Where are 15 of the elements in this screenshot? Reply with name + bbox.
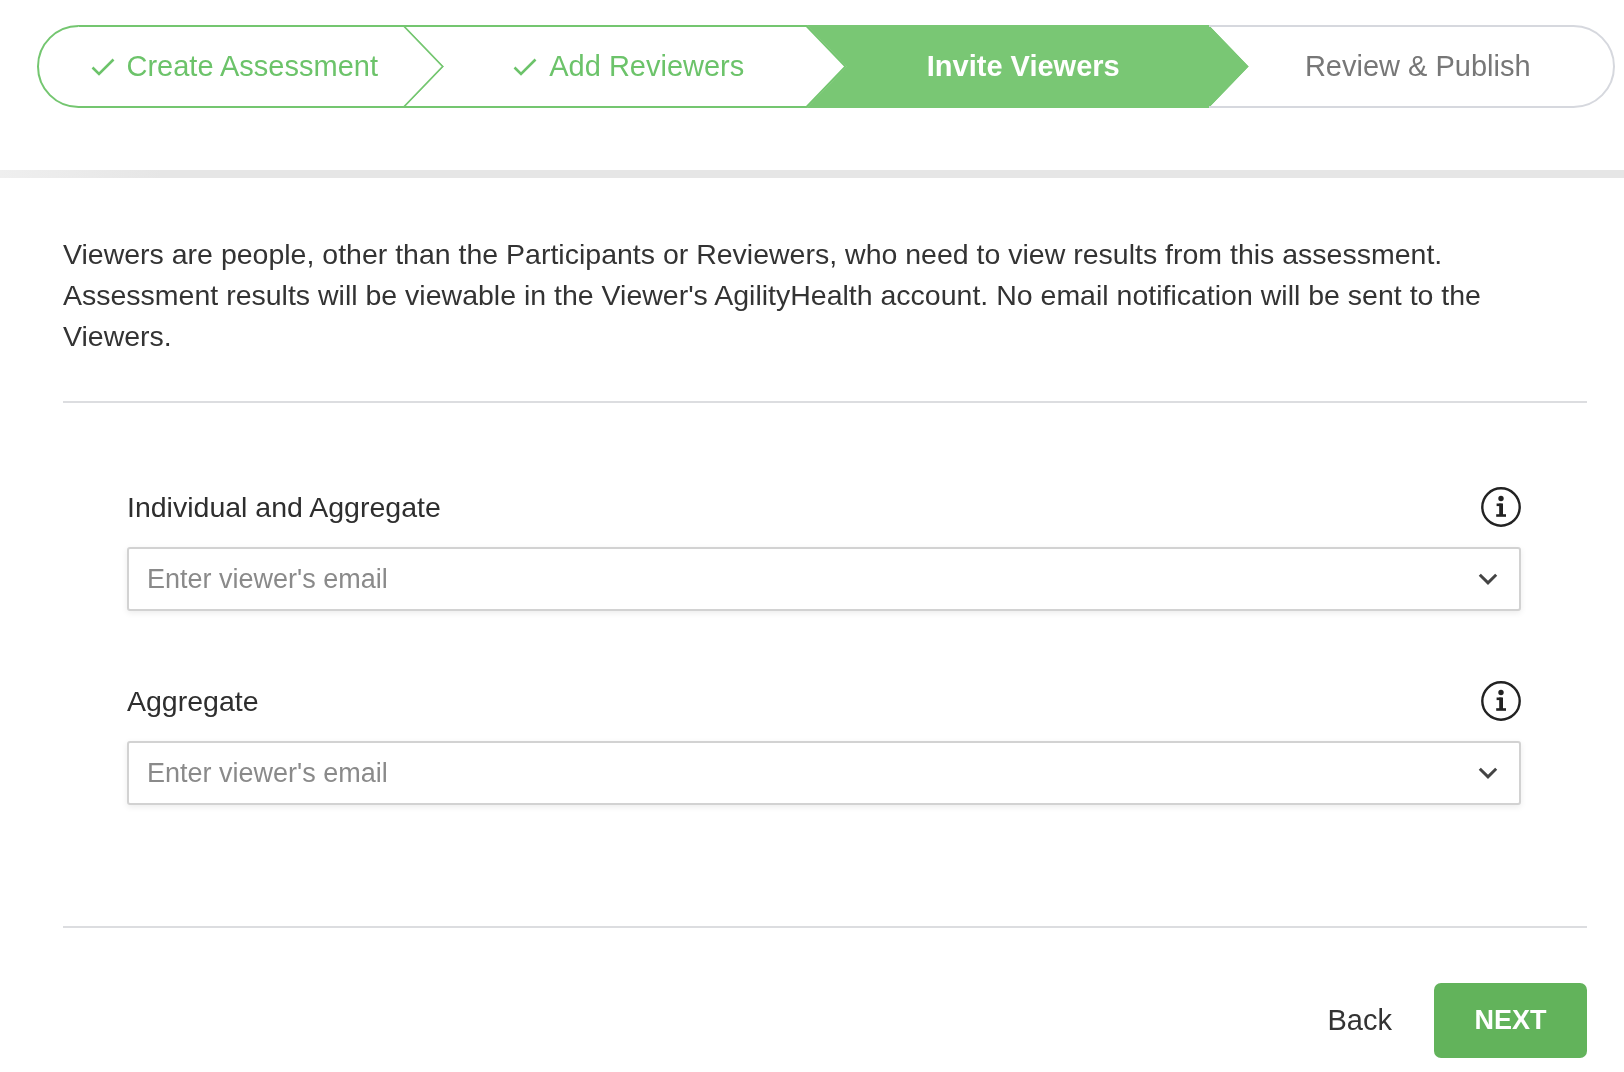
info-icon[interactable] [1481, 681, 1521, 721]
info-icon[interactable] [1481, 487, 1521, 527]
chevron-down-icon[interactable] [1478, 573, 1498, 585]
back-link[interactable]: Back [1321, 996, 1398, 1045]
chevron-down-icon[interactable] [1478, 767, 1498, 779]
wizard-step[interactable]: Review & Publish [1298, 46, 1537, 87]
wizard-step[interactable]: Add Reviewers [507, 46, 751, 87]
next-button[interactable]: NEXT [1434, 983, 1587, 1058]
description-text: Viewers are people, other than the Participants or Reviewers, who need to view results from this assessment. Assessment results will be viewable in the Viewer's AgilityHealth account. No email notification will be sent to the Viewers. [63, 237, 1482, 354]
field-label: Aggregate [127, 684, 259, 718]
field-label: Individual and Aggregate [127, 490, 441, 524]
email-field[interactable]: Enter viewer's email [127, 547, 1521, 611]
check-icon [513, 57, 538, 76]
email-field[interactable]: Enter viewer's email [127, 741, 1521, 805]
check-icon [90, 57, 115, 76]
